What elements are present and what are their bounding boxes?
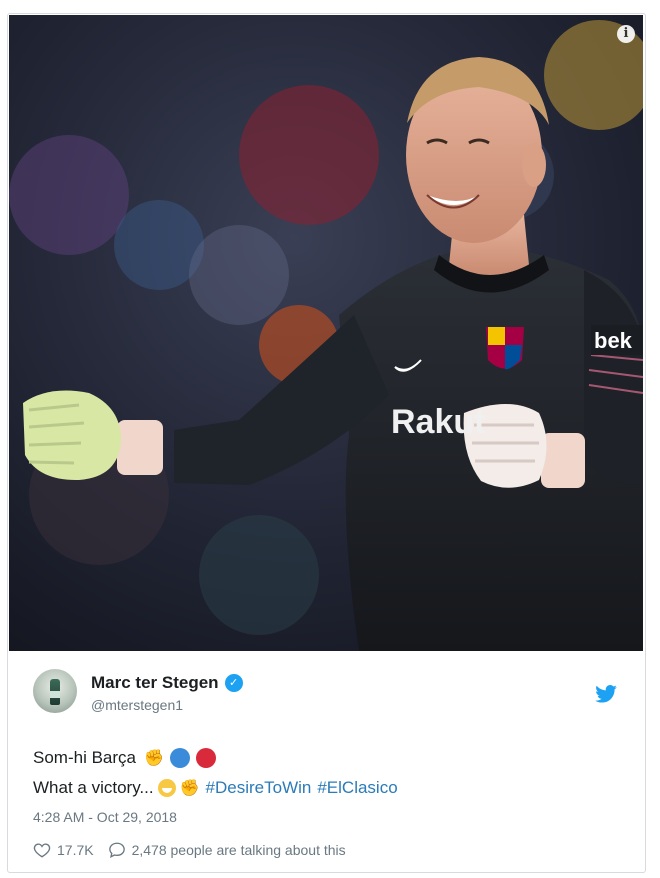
blue-circle-icon: [169, 748, 190, 768]
author-name-row[interactable]: Marc ter Stegen ✓: [91, 673, 243, 693]
author-display-name[interactable]: Marc ter Stegen: [91, 673, 219, 693]
flexed-biceps-icon: ✊: [143, 750, 164, 767]
talking-about-count[interactable]: 2,478 people are talking about this: [132, 842, 346, 858]
hashtag-el-clasico[interactable]: #ElClasico: [317, 778, 397, 798]
tweet-actions: 17.7K 2,478 people are talking about thi…: [33, 841, 346, 859]
red-circle-icon: [195, 748, 216, 768]
tweet-timestamp[interactable]: 4:28 AM - Oct 29, 2018: [33, 809, 177, 825]
tweet-text-victory: What a victory...: [33, 778, 154, 797]
author-handle[interactable]: @mterstegen1: [91, 697, 183, 713]
tweet-text-som-hi: Som-hi Barça: [33, 748, 136, 767]
photo-graphic: Rakut bek: [9, 15, 643, 651]
tweet-embed-card: Rakut bek i Marc ter Stegen ✓ @mterstege…: [7, 13, 646, 873]
jersey-sponsor-text: Rakut: [391, 403, 485, 441]
avatar-bottle-label: [50, 691, 60, 698]
like-count[interactable]: 17.7K: [57, 842, 94, 858]
hashtag-desire-to-win[interactable]: #DesireToWin: [206, 778, 312, 798]
grinning-face-icon: [157, 779, 176, 797]
tweet-text-line-1: Som-hi Barça ✊: [33, 748, 216, 768]
flexed-biceps-icon: ✊: [179, 780, 200, 797]
tweet-body: Marc ter Stegen ✓ @mterstegen1 Som-hi Ba…: [8, 651, 645, 872]
tweet-text-line-2: What a victory... ✊ #DesireToWin #ElClas…: [33, 778, 398, 798]
sleeve-sponsor-text: bek: [594, 328, 633, 353]
heart-icon[interactable]: [33, 841, 51, 859]
verified-badge-icon: ✓: [224, 674, 243, 692]
avatar[interactable]: [33, 669, 77, 713]
tweet-photo[interactable]: Rakut bek i: [9, 15, 643, 651]
twitter-bird-icon[interactable]: [595, 685, 617, 703]
speech-bubble-icon[interactable]: [108, 841, 126, 859]
info-icon[interactable]: i: [617, 25, 635, 43]
